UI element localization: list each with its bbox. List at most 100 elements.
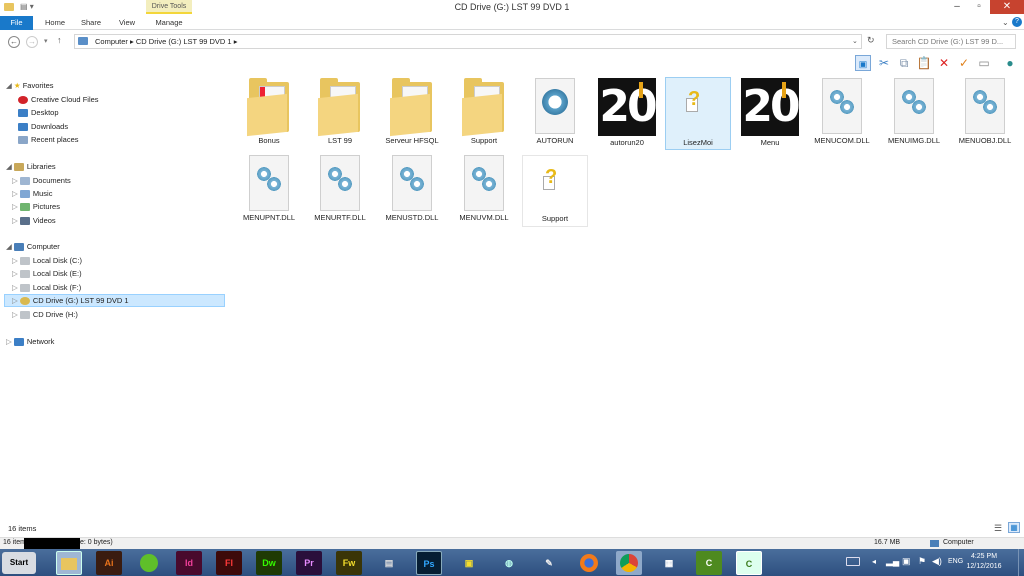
checkmark-icon[interactable]: ✓ xyxy=(956,55,972,71)
cut-icon[interactable]: ✂ xyxy=(876,55,892,71)
refresh-icon[interactable]: ↻ xyxy=(867,35,875,46)
nav-item-documents[interactable]: ▷ Documents xyxy=(12,176,71,186)
copy-icon[interactable]: ⧉ xyxy=(896,55,912,71)
nav-network[interactable]: ▷ Network xyxy=(6,337,54,347)
status-items-text: 16 item xyxy=(3,539,26,546)
recent-places-icon xyxy=(18,136,28,145)
globe-taskbar-icon[interactable]: ◍ xyxy=(496,551,522,575)
nav-libraries[interactable]: ◢ Libraries xyxy=(6,162,56,172)
ribbon-tabs: File Home Share View Manage ⌄ ? xyxy=(0,16,1024,30)
file-item-bonus[interactable]: Bonus xyxy=(236,78,302,145)
indesign-taskbar-icon[interactable]: Id xyxy=(176,551,202,575)
volume-tray-icon[interactable]: ◀) xyxy=(932,556,942,567)
paste-icon[interactable]: 📋 xyxy=(916,55,932,71)
dreamweaver-taskbar-icon[interactable]: Dw xyxy=(256,551,282,575)
file-item-lisezmoi[interactable]: ? LisezMoi xyxy=(665,77,731,150)
nav-item-drive-h[interactable]: ▷ CD Drive (H:) xyxy=(12,310,78,320)
language-indicator[interactable]: ENG xyxy=(948,558,963,565)
nav-item-downloads[interactable]: Downloads xyxy=(18,122,68,132)
file-item-lst99[interactable]: LST 99 xyxy=(307,78,373,145)
breadcrumb[interactable]: Computer ▸ CD Drive (G:) LST 99 DVD 1 ▸ xyxy=(95,37,237,46)
camtasia-taskbar-icon[interactable]: C xyxy=(696,551,722,575)
nav-item-drive-f[interactable]: ▷ Local Disk (F:) xyxy=(12,283,81,293)
delete-icon[interactable]: ✕ xyxy=(936,55,952,71)
close-button[interactable]: ✕ xyxy=(990,0,1024,14)
file-item-menustd[interactable]: MENUSTD.DLL xyxy=(379,155,445,222)
file-item-support-folder[interactable]: Support xyxy=(451,78,517,145)
chrome-taskbar-icon[interactable] xyxy=(616,551,642,575)
network-icon xyxy=(13,338,24,347)
film-taskbar-icon[interactable]: ▦ xyxy=(656,551,682,575)
tab-view[interactable]: View xyxy=(112,16,142,30)
file-item-menucom[interactable]: MENUCOM.DLL xyxy=(809,78,875,145)
up-arrow-icon[interactable]: ↑ xyxy=(57,35,62,45)
flag-tray-icon[interactable]: ⚑ xyxy=(918,556,926,567)
logo-20-icon: 20 xyxy=(741,78,801,136)
back-button[interactable]: ← xyxy=(8,36,20,48)
recent-locations-icon[interactable]: ▾ xyxy=(44,37,48,45)
firefox-taskbar-icon[interactable] xyxy=(576,551,602,575)
help-icon[interactable]: ? xyxy=(1012,17,1022,27)
clock[interactable]: 4:25 PM 12/12/2016 xyxy=(962,552,1006,572)
tab-share[interactable]: Share xyxy=(76,16,106,30)
scanner-taskbar-icon[interactable]: ▤ xyxy=(376,551,402,575)
details-view-icon[interactable]: ☰ xyxy=(994,523,1002,534)
tab-home[interactable]: Home xyxy=(38,16,72,30)
notes-taskbar-icon[interactable]: ✎ xyxy=(536,551,562,575)
nav-item-pictures[interactable]: ▷ Pictures xyxy=(12,202,60,212)
file-item-menuimg[interactable]: MENUIMG.DLL xyxy=(881,78,947,145)
rename-icon[interactable]: ▭ xyxy=(976,55,992,71)
show-desktop-button[interactable] xyxy=(1018,549,1024,576)
logo-text: 20 xyxy=(599,81,657,132)
file-item-autorun20[interactable]: 20 autorun20 xyxy=(594,78,660,147)
large-icons-view-icon[interactable]: ▦ xyxy=(1008,522,1020,533)
file-item-serveur-hfsql[interactable]: Serveur HFSQL xyxy=(379,78,445,145)
tab-file[interactable]: File xyxy=(0,16,33,30)
file-explorer-taskbar-icon[interactable] xyxy=(56,551,82,575)
nav-computer[interactable]: ◢ Computer xyxy=(6,242,60,252)
folder-icon xyxy=(462,78,506,137)
presentation-taskbar-icon[interactable]: ▣ xyxy=(456,551,482,575)
nav-item-recent[interactable]: Recent places xyxy=(18,135,79,145)
photoshop-taskbar-icon[interactable]: Ps xyxy=(416,551,442,575)
network-tray-icon[interactable]: ▂▄ xyxy=(886,556,899,567)
nav-item-drive-e[interactable]: ▷ Local Disk (E:) xyxy=(12,269,82,279)
premiere-taskbar-icon[interactable]: Pr xyxy=(296,551,322,575)
camtasia-recorder-taskbar-icon[interactable]: C xyxy=(736,551,762,575)
nav-item-desktop[interactable]: Desktop xyxy=(18,108,59,118)
file-item-autorun[interactable]: AUTORUN xyxy=(522,78,588,145)
tab-manage[interactable]: Manage xyxy=(150,16,188,30)
green-app-taskbar-icon[interactable] xyxy=(136,551,162,575)
tray-arrow-icon[interactable]: ◂ xyxy=(872,557,876,566)
camera-tray-icon[interactable]: ▣ xyxy=(902,556,911,567)
forward-button[interactable]: → xyxy=(26,36,38,48)
ribbon-expand-icon[interactable]: ⌄ xyxy=(1002,18,1009,27)
file-label: AUTORUN xyxy=(536,136,574,145)
nav-favorites[interactable]: ◢ ★ Favorites xyxy=(6,81,54,90)
maximize-button[interactable]: ▫ xyxy=(968,0,990,14)
breadcrumb-drive[interactable]: CD Drive (G:) LST 99 DVD 1 xyxy=(136,37,232,46)
minimize-button[interactable]: – xyxy=(946,0,968,14)
file-item-menuobj[interactable]: MENUOBJ.DLL xyxy=(952,78,1018,145)
nav-item-drive-g[interactable]: ▷ CD Drive (G:) LST 99 DVD 1 xyxy=(12,296,129,306)
nav-item-music[interactable]: ▷ Music xyxy=(12,189,52,199)
keyboard-icon[interactable] xyxy=(846,557,860,566)
fireworks-taskbar-icon[interactable]: Fw xyxy=(336,551,362,575)
file-label: MENUPNT.DLL xyxy=(242,213,296,222)
illustrator-taskbar-icon[interactable]: Ai xyxy=(96,551,122,575)
file-item-menuvm[interactable]: MENUVM.DLL xyxy=(451,155,517,222)
breadcrumb-computer[interactable]: Computer xyxy=(95,37,128,46)
preview-pane-icon[interactable]: ▣ xyxy=(855,55,871,71)
nav-item-drive-c[interactable]: ▷ Local Disk (C:) xyxy=(12,256,82,266)
nav-item-creative-cloud[interactable]: Creative Cloud Files xyxy=(18,95,99,105)
file-item-support-doc[interactable]: ? Support xyxy=(522,155,588,227)
file-item-menurtf[interactable]: MENURTF.DLL xyxy=(307,155,373,222)
address-dropdown-icon[interactable]: ⌄ xyxy=(852,37,858,45)
start-button[interactable]: Start xyxy=(2,552,36,574)
file-item-menu[interactable]: 20 Menu xyxy=(737,78,803,147)
nav-item-videos[interactable]: ▷ Videos xyxy=(12,216,56,226)
globe-icon[interactable]: ● xyxy=(1002,55,1018,71)
file-item-menupnt[interactable]: MENUPNT.DLL xyxy=(236,155,302,222)
flash-taskbar-icon[interactable]: Fl xyxy=(216,551,242,575)
redacted-area xyxy=(24,538,80,549)
